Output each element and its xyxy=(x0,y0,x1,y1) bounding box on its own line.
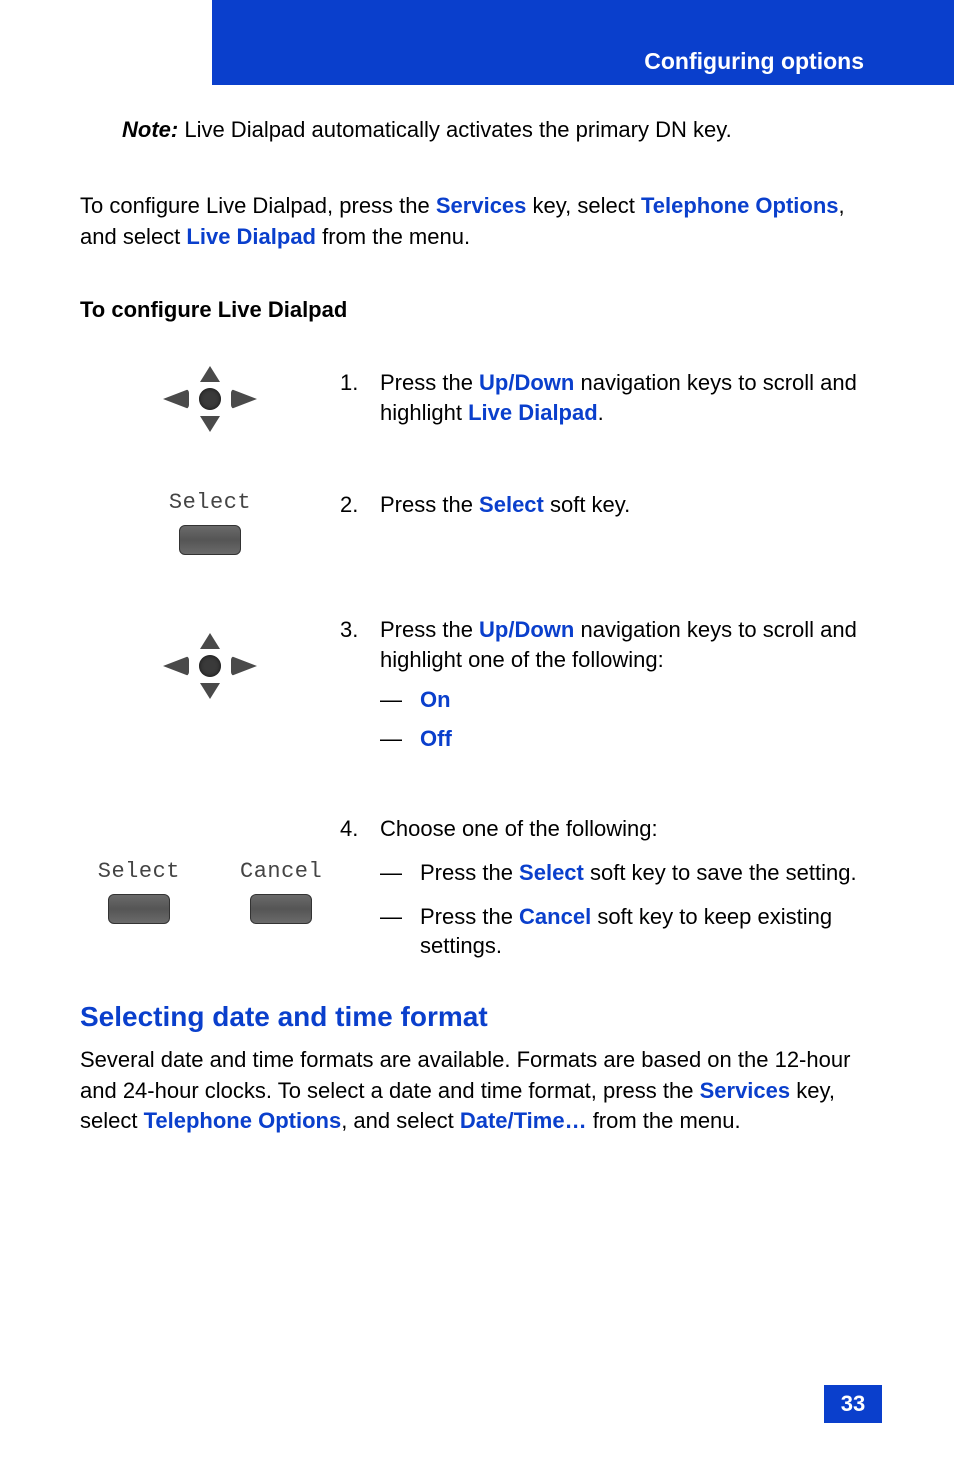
sec-ref-services: Services xyxy=(700,1078,791,1103)
page-number: 33 xyxy=(824,1385,882,1423)
s4-lead: Choose one of the following: xyxy=(380,816,658,841)
select-softkey-label: Select xyxy=(169,490,251,515)
arrow-right-icon xyxy=(231,656,257,676)
note-label: Note: xyxy=(122,117,178,142)
select-softkey-figure: Select xyxy=(98,859,180,924)
s4a-p2: soft key to save the setting. xyxy=(584,860,857,885)
arrow-up-icon xyxy=(200,366,220,382)
select-softkey-label: Select xyxy=(98,859,180,884)
step-2-number: 2. xyxy=(340,490,380,520)
s4a-p0: Press the xyxy=(420,860,519,885)
intro-paragraph: To configure Live Dialpad, press the Ser… xyxy=(80,191,880,253)
navpad-center-icon xyxy=(199,388,221,410)
step-1-body: Press the Up/Down navigation keys to scr… xyxy=(380,368,880,427)
dash: — xyxy=(380,858,420,888)
step-1-icon-col xyxy=(80,368,340,430)
intro-ref-telephone-options: Telephone Options xyxy=(641,193,839,218)
s2-ref-select: Select xyxy=(479,492,544,517)
softkey-button-icon xyxy=(108,894,170,924)
navpad-icon xyxy=(155,368,265,430)
procedure-heading: To configure Live Dialpad xyxy=(80,297,880,323)
s4a-ref-select: Select xyxy=(519,860,584,885)
step-4: Select Cancel 4. Choose one of the fol xyxy=(80,814,880,961)
s2-p2: soft key. xyxy=(544,492,630,517)
note-text: Live Dialpad automatically activates the… xyxy=(178,117,731,142)
step-4-number: 4. xyxy=(340,814,380,961)
intro-ref-services: Services xyxy=(436,193,527,218)
s1-p0: Press the xyxy=(380,370,479,395)
step-2-body: Press the Select soft key. xyxy=(380,490,880,520)
arrow-down-icon xyxy=(200,683,220,699)
s4b-ref-cancel: Cancel xyxy=(519,904,591,929)
sec-p6: from the menu. xyxy=(587,1108,741,1133)
arrow-right-icon xyxy=(231,389,257,409)
s3-opt-on: On xyxy=(420,687,451,712)
cancel-softkey-figure: Cancel xyxy=(240,859,322,924)
s1-p4: . xyxy=(598,400,604,425)
sec-ref-date-time: Date/Time… xyxy=(460,1108,587,1133)
s4-a: Press the Select soft key to save the se… xyxy=(420,858,880,888)
arrow-left-icon xyxy=(163,389,189,409)
intro-text-0: To configure Live Dialpad, press the xyxy=(80,193,436,218)
arrow-left-icon xyxy=(163,656,189,676)
intro-text-6: from the menu. xyxy=(316,224,470,249)
section-body: Several date and time formats are availa… xyxy=(80,1045,880,1137)
dash: — xyxy=(380,724,420,754)
step-3-text: 3. Press the Up/Down navigation keys to … xyxy=(340,615,880,754)
step-1: 1. Press the Up/Down navigation keys to … xyxy=(80,368,880,430)
step-4-text: 4. Choose one of the following: — Press … xyxy=(340,814,880,961)
softkey-button-icon xyxy=(250,894,312,924)
step-4-icon-col: Select Cancel xyxy=(80,814,340,924)
s1-ref-live-dialpad: Live Dialpad xyxy=(468,400,598,425)
step-3-body: Press the Up/Down navigation keys to scr… xyxy=(380,615,880,754)
steps: 1. Press the Up/Down navigation keys to … xyxy=(80,368,880,961)
cancel-softkey-label: Cancel xyxy=(240,859,322,884)
section-heading-date-time: Selecting date and time format xyxy=(80,1001,880,1033)
page-header-title: Configuring options xyxy=(644,48,864,75)
sec-p4: , and select xyxy=(341,1108,460,1133)
step-3-number: 3. xyxy=(340,615,380,754)
s3-p0: Press the xyxy=(380,617,479,642)
softkey-button-icon xyxy=(179,525,241,555)
dash: — xyxy=(380,902,420,961)
s4b-p0: Press the xyxy=(420,904,519,929)
page: Configuring options Note: Live Dialpad a… xyxy=(0,0,954,1475)
step-2-icon-col: Select xyxy=(80,490,340,555)
navpad-center-icon xyxy=(199,655,221,677)
note-line: Note: Live Dialpad automatically activat… xyxy=(122,115,880,146)
arrow-up-icon xyxy=(200,633,220,649)
s3-opt-off: Off xyxy=(420,726,452,751)
step-4-body: Choose one of the following: — Press the… xyxy=(380,814,880,961)
navpad-icon xyxy=(155,635,265,697)
step-3: 3. Press the Up/Down navigation keys to … xyxy=(80,615,880,754)
step-1-number: 1. xyxy=(340,368,380,427)
step-3-icon-col xyxy=(80,615,340,697)
intro-ref-live-dialpad: Live Dialpad xyxy=(186,224,316,249)
sec-ref-telephone-options: Telephone Options xyxy=(144,1108,342,1133)
step-2-text: 2. Press the Select soft key. xyxy=(340,490,880,520)
step-1-text: 1. Press the Up/Down navigation keys to … xyxy=(340,368,880,427)
s2-p0: Press the xyxy=(380,492,479,517)
s3-ref-updown: Up/Down xyxy=(479,617,574,642)
s1-ref-updown: Up/Down xyxy=(479,370,574,395)
select-softkey-figure: Select xyxy=(169,490,251,555)
s4-b: Press the Cancel soft key to keep existi… xyxy=(420,902,880,961)
content: Note: Live Dialpad automatically activat… xyxy=(80,115,880,1137)
arrow-down-icon xyxy=(200,416,220,432)
intro-text-2: key, select xyxy=(526,193,641,218)
dash: — xyxy=(380,685,420,715)
step-2: Select 2. Press the Select soft key. xyxy=(80,490,880,555)
